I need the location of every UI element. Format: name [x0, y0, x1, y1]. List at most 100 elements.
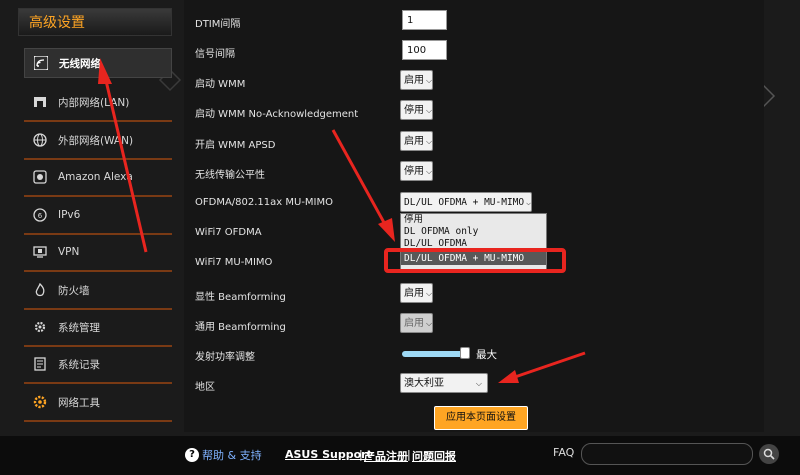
wmm-noack-select[interactable]: 停用 ⌵ — [400, 100, 434, 120]
sidebar-item-admin[interactable]: 系统管理 — [24, 312, 172, 347]
sidebar-item-label: 防火墙 — [58, 284, 90, 297]
chevron-down-icon: ⌵ — [426, 76, 433, 85]
dropdown-option[interactable]: DL OFDMA only — [401, 226, 546, 238]
wmm-apsd-select[interactable]: 启用 ⌵ — [400, 131, 434, 151]
wmm-select[interactable]: 启用 ⌵ — [400, 70, 434, 90]
airtime-row: 无线传输公平性 停用 ⌵ — [184, 161, 744, 185]
sidebar-divider — [24, 308, 172, 310]
sidebar-divider — [24, 345, 172, 347]
wmm-row: 启动 WMM 启用 ⌵ — [184, 70, 744, 94]
ofdma-select[interactable]: DL/UL OFDMA + MU-MIMO ⌵ — [400, 192, 532, 212]
sidebar-item-label: VPN — [58, 246, 80, 258]
help-support-label: 帮助 & 支持 — [202, 449, 262, 462]
region-row: 地区 澳大利亚 ⌵ — [184, 373, 744, 397]
dtim-input[interactable]: 1 — [402, 10, 447, 30]
sidebar-divider — [24, 120, 172, 122]
vpn-icon — [32, 244, 48, 260]
sidebar-item-label: 系统记录 — [58, 358, 100, 371]
search-icon — [763, 445, 775, 464]
ipv6-icon: 6 — [32, 207, 48, 223]
sidebar-item-syslog[interactable]: 系统记录 — [24, 349, 172, 384]
tx-power-label: 发射功率调整 — [195, 352, 255, 363]
sidebar-item-wireless[interactable]: 无线网络 — [24, 48, 172, 78]
faq-search-input[interactable] — [581, 443, 753, 465]
chevron-down-icon: ⌵ — [426, 106, 433, 115]
sidebar-item-label: 系统管理 — [58, 321, 100, 334]
sidebar-item-lan[interactable]: 内部网络(LAN) — [24, 87, 172, 122]
apply-settings-button[interactable]: 应用本页面设置 — [434, 406, 528, 430]
sidebar: 高级设置 无线网络 内部网络(LAN) 外部网络(WAN) Amazon Ale… — [18, 8, 172, 428]
sidebar-item-firewall[interactable]: 防火墙 — [24, 275, 172, 310]
tools-gear-icon — [32, 394, 48, 410]
sidebar-item-vpn[interactable]: VPN — [24, 237, 172, 272]
dropdown-option[interactable]: 停用 — [401, 214, 546, 226]
faq-label: FAQ — [553, 446, 575, 459]
chevron-down-icon: ⌵ — [426, 319, 433, 328]
sidebar-item-wan[interactable]: 外部网络(WAN) — [24, 125, 172, 160]
ofdma-value: DL/UL OFDMA + MU-MIMO — [404, 197, 525, 208]
explicit-bf-row: 显性 Beamforming 启用 ⌵ — [184, 283, 744, 307]
sidebar-item-network-tools[interactable]: 网络工具 — [24, 387, 172, 422]
region-value: 澳大利亚 — [404, 378, 444, 389]
wmm-apsd-label: 开启 WMM APSD — [195, 140, 276, 151]
wmm-apsd-row: 开启 WMM APSD 启用 ⌵ — [184, 131, 744, 155]
product-registration-link[interactable]: 产品注册 — [364, 448, 408, 464]
airtime-value: 停用 — [404, 166, 424, 177]
tx-power-slider-track[interactable] — [402, 351, 466, 357]
sidebar-divider — [24, 420, 172, 422]
universal-bf-row: 通用 Beamforming 启用 ⌵ — [184, 313, 744, 337]
log-icon — [32, 356, 48, 372]
alexa-icon — [32, 169, 48, 185]
wifi7-mumimo-label: WiFi7 MU-MIMO — [195, 257, 273, 268]
footer-separator: | — [359, 448, 363, 461]
explicit-bf-select[interactable]: 启用 ⌵ — [400, 283, 434, 303]
beacon-input[interactable]: 100 — [402, 40, 447, 60]
wmm-apsd-value: 启用 — [404, 136, 424, 147]
footer-separator: | — [407, 448, 411, 461]
chevron-down-icon: ⌵ — [526, 198, 531, 207]
wifi-icon — [33, 55, 49, 71]
sidebar-item-label: 网络工具 — [58, 396, 100, 409]
universal-bf-value: 启用 — [404, 318, 424, 329]
sidebar-item-label: IPv6 — [58, 209, 81, 221]
sidebar-item-alexa[interactable]: Amazon Alexa — [24, 162, 172, 197]
ofdma-label: OFDMA/802.11ax MU-MIMO — [195, 197, 334, 208]
sidebar-item-label: 内部网络(LAN) — [58, 96, 130, 109]
help-support-link[interactable]: ? 帮助 & 支持 — [185, 447, 262, 463]
beacon-row: 信号间隔 100 — [184, 40, 744, 64]
region-label: 地区 — [195, 382, 215, 393]
sidebar-divider — [24, 233, 172, 235]
globe-icon — [32, 132, 48, 148]
wmm-label: 启动 WMM — [195, 79, 246, 90]
region-select[interactable]: 澳大利亚 ⌵ — [400, 373, 488, 393]
airtime-label: 无线传输公平性 — [195, 170, 265, 181]
wmm-noack-label: 启动 WMM No-Acknowledgement — [195, 109, 359, 120]
dropdown-option-selected[interactable]: DL/UL OFDMA + MU-MIMO — [401, 252, 546, 265]
sidebar-divider — [24, 195, 172, 197]
dropdown-option[interactable]: DL/UL OFDMA — [401, 238, 546, 250]
chevron-down-icon: ⌵ — [426, 289, 433, 298]
sidebar-item-label: 无线网络 — [59, 57, 101, 70]
wifi7-ofdma-label: WiFi7 OFDMA — [195, 227, 262, 238]
airtime-select[interactable]: 停用 ⌵ — [400, 161, 434, 181]
chevron-down-icon: ⌵ — [475, 379, 482, 388]
explicit-bf-label: 显性 Beamforming — [195, 292, 286, 303]
universal-bf-select[interactable]: 启用 ⌵ — [400, 313, 434, 333]
home-lan-icon — [32, 94, 48, 110]
admin-gear-icon — [32, 319, 48, 335]
faq-search-button[interactable] — [759, 444, 779, 464]
tx-power-row: 发射功率调整 最大 — [184, 343, 744, 367]
sidebar-divider — [24, 158, 172, 160]
dtim-label: DTIM间隔 — [195, 19, 241, 30]
feedback-link[interactable]: 问题回报 — [412, 448, 456, 464]
beacon-label: 信号间隔 — [195, 49, 235, 60]
chevron-down-icon: ⌵ — [426, 167, 433, 176]
chevron-down-icon: ⌵ — [426, 137, 433, 146]
svg-text:6: 6 — [38, 212, 43, 220]
sidebar-item-ipv6[interactable]: 6 IPv6 — [24, 200, 172, 235]
tx-power-slider-handle[interactable] — [460, 347, 470, 359]
sidebar-divider — [24, 382, 172, 384]
wmm-noack-value: 停用 — [404, 105, 424, 116]
sidebar-divider — [24, 270, 172, 272]
sidebar-title: 高级设置 — [18, 8, 172, 36]
